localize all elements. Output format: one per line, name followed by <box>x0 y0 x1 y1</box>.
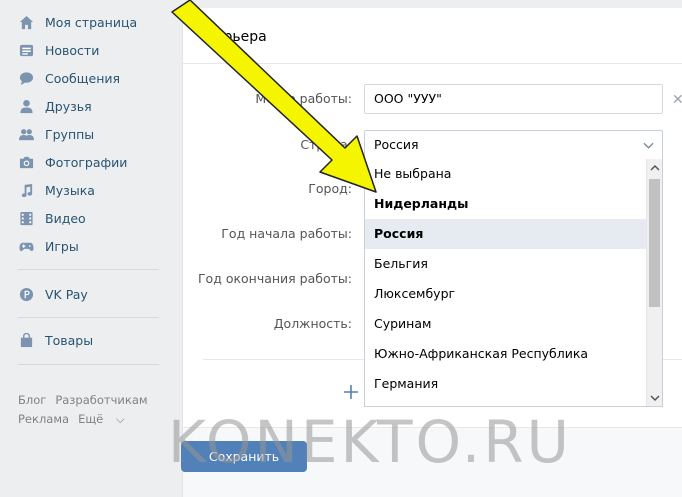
dropdown-item-south-africa[interactable]: Южно-Африканская Республика <box>365 339 647 369</box>
sidebar-separator <box>18 269 159 270</box>
left-sidebar: Моя страница Новости Сообщения Друзья Гр… <box>0 0 182 497</box>
footer-link-ads[interactable]: Реклама <box>18 412 69 426</box>
sidebar-item-label: Товары <box>45 332 94 348</box>
footer-link-more[interactable]: Ещё ⌵ <box>78 412 134 426</box>
sidebar-item-label: Сообщения <box>45 70 121 86</box>
bag-icon <box>18 332 34 348</box>
sidebar-item-label: Группы <box>45 126 95 142</box>
sidebar-item-label: Фотографии <box>45 154 128 170</box>
sidebar-item-messages[interactable]: Сообщения <box>18 68 120 88</box>
sidebar-separator <box>18 364 159 365</box>
video-icon <box>18 210 34 226</box>
sidebar-footer-row-1: Блог Разработчикам <box>18 393 157 407</box>
career-card: Карьера Место работы: ООО "УУУ" ✕ Страна… <box>182 8 682 497</box>
label-workplace: Место работы: <box>255 91 352 106</box>
footer-link-blog[interactable]: Блог <box>18 393 46 407</box>
gamepad-icon <box>18 238 34 254</box>
sidebar-item-my-page[interactable]: Моя страница <box>18 12 137 32</box>
sidebar-item-label: VK Pay <box>45 286 88 302</box>
sidebar-item-news[interactable]: Новости <box>18 40 99 60</box>
footer-more-label: Ещё <box>78 412 104 426</box>
chevron-down-icon <box>643 142 654 149</box>
sidebar-item-label: Моя страница <box>45 14 138 30</box>
country-select[interactable]: Россия <box>364 130 663 160</box>
groups-icon <box>18 126 34 142</box>
sidebar-item-label: Новости <box>45 42 100 58</box>
chevron-down-icon: ⌵ <box>115 412 125 426</box>
add-icon[interactable] <box>343 384 359 400</box>
sidebar-item-friends[interactable]: Друзья <box>18 96 92 116</box>
sidebar-footer-row-2: Реклама Ещё ⌵ <box>18 412 143 427</box>
label-end-year: Год окончания работы: <box>197 271 352 286</box>
scroll-down-arrow-icon[interactable] <box>650 393 660 403</box>
sidebar-item-groups[interactable]: Группы <box>18 124 94 144</box>
dropdown-scrollbar[interactable] <box>646 159 662 406</box>
dropdown-item-netherlands[interactable]: Нидерланды <box>365 189 647 219</box>
home-icon <box>18 14 34 30</box>
dropdown-item-suriname[interactable]: Суринам <box>365 309 647 339</box>
dropdown-item-none[interactable]: Не выбрана <box>365 159 647 189</box>
country-dropdown: Не выбрана Нидерланды Россия Бельгия Люк… <box>364 159 663 407</box>
footer-link-developers[interactable]: Разработчикам <box>55 393 147 407</box>
scroll-up-arrow-icon[interactable] <box>650 163 660 173</box>
dropdown-item-germany[interactable]: Германия <box>365 369 647 399</box>
vkpay-icon <box>18 286 34 302</box>
sidebar-item-label: Друзья <box>45 98 92 114</box>
card-header: Карьера <box>183 8 682 64</box>
sidebar-item-video[interactable]: Видео <box>18 208 86 228</box>
workplace-input[interactable]: ООО "УУУ" <box>364 84 663 114</box>
sidebar-separator <box>18 317 159 318</box>
sidebar-item-goods[interactable]: Товары <box>18 330 93 350</box>
sidebar-item-games[interactable]: Игры <box>18 236 79 256</box>
dropdown-item-belgium[interactable]: Бельгия <box>365 249 647 279</box>
page-title: Карьера <box>205 29 267 45</box>
friend-icon <box>18 98 34 114</box>
sidebar-item-vkpay[interactable]: VK Pay <box>18 284 88 304</box>
dropdown-item-luxembourg[interactable]: Люксембург <box>365 279 647 309</box>
dropdown-item-russia[interactable]: Россия <box>365 219 647 249</box>
sidebar-item-music[interactable]: Музыка <box>18 180 95 200</box>
label-country: Страна: <box>300 137 352 152</box>
news-icon <box>18 42 34 58</box>
label-position: Должность: <box>273 316 352 331</box>
close-icon[interactable]: ✕ <box>672 92 682 108</box>
country-select-value: Россия <box>374 137 419 152</box>
messages-icon <box>18 70 34 86</box>
sidebar-item-label: Игры <box>45 238 79 254</box>
label-city: Город: <box>308 181 352 196</box>
sidebar-item-label: Музыка <box>45 182 95 198</box>
camera-icon <box>18 154 34 170</box>
scrollbar-thumb[interactable] <box>649 179 660 307</box>
label-start-year: Год начала работы: <box>221 226 352 241</box>
sidebar-item-label: Видео <box>45 210 86 226</box>
music-icon <box>18 182 34 198</box>
save-button[interactable]: Сохранить <box>181 441 307 472</box>
sidebar-item-photos[interactable]: Фотографии <box>18 152 127 172</box>
